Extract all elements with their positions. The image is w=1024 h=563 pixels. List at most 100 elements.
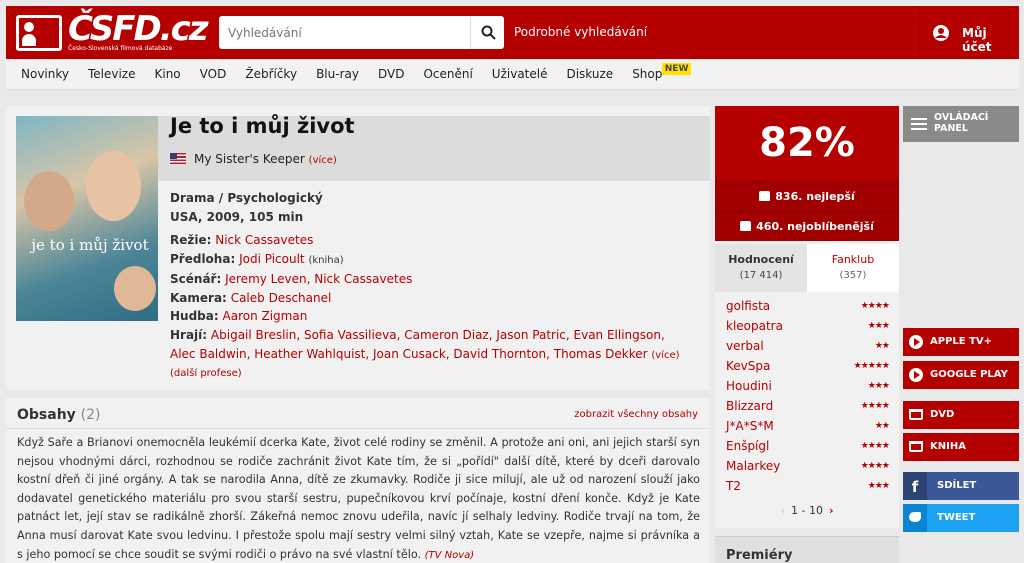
source-author-link[interactable]: Jodi Picoult bbox=[239, 252, 305, 266]
popular-rank[interactable]: 460. nejoblíbenější bbox=[715, 211, 899, 241]
account-button[interactable]: Můj účet bbox=[919, 6, 1019, 59]
usa-flag-icon bbox=[170, 153, 186, 164]
music-link[interactable]: Aaron Zigman bbox=[223, 309, 308, 323]
plot-text: Když Saře a Brianovi onemocněla leukémií… bbox=[17, 434, 700, 563]
tab-fanclub-label: Fanklub bbox=[831, 253, 875, 266]
nav-zebricky[interactable]: Žebříčky bbox=[245, 60, 297, 89]
book-button[interactable]: KNIHA bbox=[903, 433, 1019, 461]
next-page-icon[interactable]: › bbox=[829, 504, 834, 517]
dvd-button[interactable]: DVD bbox=[903, 401, 1019, 429]
facebook-icon: f bbox=[903, 472, 927, 500]
pager-range: 1 - 10 bbox=[791, 504, 823, 517]
premieres-panel[interactable]: Premiéry bbox=[715, 536, 899, 563]
user-rating-row[interactable]: kleopatra ★★★ bbox=[726, 316, 890, 336]
search-button[interactable] bbox=[470, 16, 504, 49]
user-rating-row[interactable]: T2 ★★★ bbox=[726, 476, 890, 496]
user-name: T2 bbox=[726, 479, 741, 493]
tab-fanclub[interactable]: Fanklub (357) bbox=[807, 244, 899, 292]
apple-tv-label: APPLE TV+ bbox=[930, 336, 993, 347]
screenplay-links[interactable]: Jeremy Leven, Nick Cassavetes bbox=[225, 272, 412, 286]
dvd-label: DVD bbox=[930, 409, 955, 420]
original-title-text: My Sister's Keeper bbox=[194, 152, 305, 166]
nav-shop[interactable]: Shop NEW bbox=[632, 60, 692, 89]
stars-icon: ★★★★★ bbox=[853, 361, 890, 371]
user-name: Houdini bbox=[726, 379, 772, 393]
nav-vod[interactable]: VOD bbox=[200, 60, 227, 89]
original-title-more-link[interactable]: (více) bbox=[309, 155, 337, 166]
nav-novinky[interactable]: Novinky bbox=[21, 60, 69, 89]
prev-page-icon[interactable]: ‹ bbox=[780, 504, 785, 517]
cast-more-link[interactable]: (více) bbox=[651, 350, 679, 361]
tab-fanclub-count: (357) bbox=[839, 270, 867, 281]
ratings-pager: ‹ 1 - 10 › bbox=[715, 504, 899, 517]
show-all-plots-link[interactable]: zobrazit všechny obsahy bbox=[574, 409, 698, 420]
stars-icon: ★★★ bbox=[867, 381, 890, 391]
film-poster[interactable]: je to i můj život bbox=[16, 116, 158, 321]
thumb-up-icon bbox=[740, 221, 752, 231]
best-rank[interactable]: 836. nejlepší bbox=[715, 181, 899, 211]
csfd-logo[interactable]: ČSFD.cz Česko-Slovenská filmová databáze bbox=[16, 9, 209, 53]
nav-diskuze[interactable]: Diskuze bbox=[566, 60, 613, 89]
more-professions-link[interactable]: (další profese) bbox=[170, 365, 690, 384]
user-name: kleopatra bbox=[726, 319, 783, 333]
logo-text: ČSFD.cz bbox=[68, 9, 209, 49]
top-bar: ČSFD.cz Česko-Slovenská filmová databáze… bbox=[6, 6, 1019, 59]
control-panel-button[interactable]: OVLÁDACÍ PANEL bbox=[903, 106, 1019, 142]
cart-icon bbox=[909, 409, 923, 420]
user-rating-row[interactable]: Houdini ★★★ bbox=[726, 376, 890, 396]
tab-ratings[interactable]: Hodnocení (17 414) bbox=[715, 244, 807, 292]
user-rating-row[interactable]: Malarkey ★★★★ bbox=[726, 456, 890, 476]
plot-panel: Obsahy (2) zobrazit všechny obsahy Když … bbox=[6, 398, 710, 563]
logo-icon bbox=[16, 15, 62, 51]
logo-subtitle: Česko-Slovenská filmová databáze bbox=[68, 45, 173, 52]
user-rating-row[interactable]: Blizzard ★★★★ bbox=[726, 396, 890, 416]
user-rating-row[interactable]: KevSpa ★★★★★ bbox=[726, 356, 890, 376]
stars-icon: ★★★★ bbox=[860, 461, 890, 471]
user-ratings-list: golfista ★★★★ kleopatra ★★★ verbal ★★ KevSp… bbox=[726, 296, 890, 496]
rating-panel: 82% 836. nejlepší 460. nejoblíbenější Ho… bbox=[715, 106, 899, 528]
stars-icon: ★★★ bbox=[867, 481, 890, 491]
user-rating-row[interactable]: Enšpígl ★★★★ bbox=[726, 436, 890, 456]
thumb-up-icon bbox=[759, 191, 771, 201]
nav-shop-label: Shop bbox=[632, 67, 663, 81]
camera-link[interactable]: Caleb Deschanel bbox=[231, 291, 332, 305]
user-icon bbox=[933, 25, 949, 41]
poster-face bbox=[114, 266, 156, 311]
google-play-label: GOOGLE PLAY bbox=[930, 369, 1008, 380]
user-rating-row[interactable]: J*A*S*M ★★ bbox=[726, 416, 890, 436]
google-play-button[interactable]: GOOGLE PLAY bbox=[903, 361, 1019, 389]
source-label: Předloha: bbox=[170, 251, 236, 266]
nav-dvd[interactable]: DVD bbox=[378, 60, 404, 89]
rating-score: 82% bbox=[715, 106, 899, 181]
apple-tv-button[interactable]: APPLE TV+ bbox=[903, 328, 1019, 356]
twitter-tweet-button[interactable]: TWEET bbox=[903, 504, 1019, 532]
advanced-search-link[interactable]: Podrobné vyhledávání bbox=[514, 25, 647, 39]
poster-face bbox=[86, 151, 141, 221]
user-name: Blizzard bbox=[726, 399, 774, 413]
plot-count: (2) bbox=[80, 407, 101, 423]
stars-icon: ★★★ bbox=[867, 321, 890, 331]
tweet-label: TWEET bbox=[937, 512, 976, 523]
play-icon bbox=[909, 335, 923, 349]
cast-links[interactable]: Abigail Breslin, Sofia Vassilieva, Camer… bbox=[170, 328, 665, 361]
user-name: KevSpa bbox=[726, 359, 771, 373]
director-link[interactable]: Nick Cassavetes bbox=[215, 233, 313, 247]
film-genre-info: Drama / Psychologický USA, 2009, 105 min bbox=[170, 189, 323, 227]
user-rating-row[interactable]: golfista ★★★★ bbox=[726, 296, 890, 316]
stars-icon: ★★★★ bbox=[860, 401, 890, 411]
nav-televize[interactable]: Televize bbox=[88, 60, 136, 89]
film-panel: je to i můj život Je to i můj život My S… bbox=[6, 106, 710, 390]
nav-uzivatele[interactable]: Uživatelé bbox=[492, 60, 548, 89]
plot-source: (TV Nova) bbox=[424, 549, 475, 561]
divider bbox=[6, 428, 710, 429]
film-title: Je to i můj život bbox=[170, 114, 355, 138]
stars-icon: ★★★★ bbox=[860, 441, 890, 451]
user-rating-row[interactable]: verbal ★★ bbox=[726, 336, 890, 356]
nav-kino[interactable]: Kino bbox=[155, 60, 181, 89]
user-name: Malarkey bbox=[726, 459, 781, 473]
rating-tabs: Hodnocení (17 414) Fanklub (357) bbox=[715, 244, 899, 292]
nav-bluray[interactable]: Blu-ray bbox=[316, 60, 359, 89]
facebook-share-button[interactable]: f SDÍLET bbox=[903, 472, 1019, 500]
nav-oceneni[interactable]: Ocenění bbox=[423, 60, 472, 89]
search-input[interactable] bbox=[219, 16, 466, 49]
